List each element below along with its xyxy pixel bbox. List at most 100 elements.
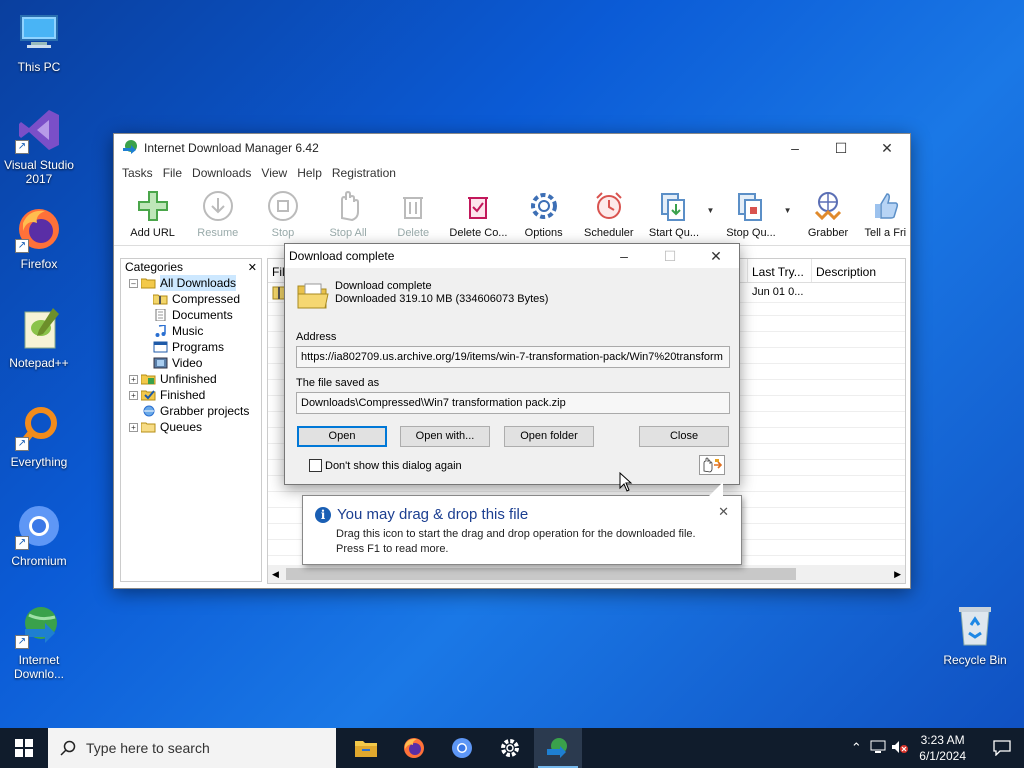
taskbar-search-box[interactable]: Type here to search	[48, 728, 336, 768]
dialog-close-button[interactable]: ✕	[693, 248, 739, 265]
delete-button[interactable]: Delete	[381, 184, 446, 246]
maximize-button[interactable]: ☐	[818, 134, 864, 162]
desktop-icon-idm[interactable]: ↗ Internet Downlo...	[0, 601, 78, 681]
start-queue-dropdown-icon[interactable]: ▼	[707, 184, 719, 246]
stop-queue-dropdown-icon[interactable]: ▼	[784, 184, 796, 246]
tree-item-video[interactable]: Video	[121, 355, 261, 371]
tree-item-finished[interactable]: + Finished	[121, 387, 261, 403]
close-icon[interactable]: ✕	[248, 261, 257, 274]
saved-path-field[interactable]: Downloads\Compressed\Win7 transformation…	[296, 392, 730, 414]
taskbar-firefox[interactable]	[390, 728, 438, 768]
menu-downloads[interactable]: Downloads	[190, 166, 259, 180]
resume-label: Resume	[197, 227, 239, 239]
firefox-icon	[404, 738, 424, 758]
close-dialog-button[interactable]: Close	[639, 426, 729, 447]
desktop-icon-recycle-bin[interactable]: Recycle Bin	[936, 601, 1014, 667]
dialog-titlebar[interactable]: Download complete – ☐ ✕	[285, 244, 739, 268]
desktop-icon-label: Visual Studio 2017	[4, 158, 74, 186]
window-title: Internet Download Manager 6.42	[144, 141, 319, 155]
minimize-button[interactable]: –	[772, 134, 818, 162]
tell-a-friend-button[interactable]: Tell a Fri	[861, 184, 910, 246]
program-window-icon	[153, 341, 168, 353]
dont-show-checkbox[interactable]	[309, 459, 322, 472]
alarm-clock-icon	[591, 188, 627, 224]
scheduler-button[interactable]: Scheduler	[576, 184, 641, 246]
desktop-icon-notepadpp[interactable]: Notepad++	[0, 304, 78, 370]
grabber-button[interactable]: Grabber	[795, 184, 860, 246]
start-queue-label: Start Qu...	[648, 227, 700, 239]
desktop-icon-this-pc[interactable]: This PC	[0, 8, 78, 74]
tree-item-compressed[interactable]: Compressed	[121, 291, 261, 307]
drag-drop-handle[interactable]	[699, 455, 725, 475]
tooltip-pointer	[709, 482, 723, 496]
tree-label: Queues	[160, 420, 203, 434]
tree-item-queues[interactable]: + Queues	[121, 419, 261, 435]
dialog-minimize-button[interactable]: –	[601, 248, 647, 264]
gear-icon	[526, 188, 562, 224]
tree-item-grabber-projects[interactable]: Grabber projects	[121, 403, 261, 419]
notification-center-button[interactable]	[980, 728, 1024, 768]
tree-item-programs[interactable]: Programs	[121, 339, 261, 355]
desktop-icon-label: Internet Downlo...	[13, 653, 65, 681]
open-folder-button[interactable]: Open folder	[504, 426, 594, 447]
tree-label: Grabber projects	[160, 404, 250, 418]
scrollbar-thumb[interactable]	[286, 568, 796, 580]
volume-muted-icon[interactable]	[889, 740, 911, 757]
menu-view[interactable]: View	[259, 166, 295, 180]
expand-icon[interactable]: +	[129, 390, 138, 400]
tree-item-all-downloads[interactable]: – All Downloads	[121, 275, 261, 291]
dont-show-label: Don't show this dialog again	[325, 460, 462, 472]
desktop-icon-firefox[interactable]: ↗ Firefox	[0, 205, 78, 271]
resume-button[interactable]: Resume	[185, 184, 250, 246]
taskbar-idm[interactable]	[534, 728, 582, 768]
tree-item-documents[interactable]: Documents	[121, 307, 261, 323]
address-field[interactable]: https://ia802709.us.archive.org/19/items…	[296, 346, 730, 368]
open-with-button[interactable]: Open with...	[400, 426, 490, 447]
tooltip-close-icon[interactable]: ✕	[718, 504, 729, 520]
menu-help[interactable]: Help	[295, 166, 330, 180]
close-button[interactable]: ✕	[864, 134, 910, 162]
stop-all-button[interactable]: Stop All	[316, 184, 381, 246]
taskbar-file-explorer[interactable]	[342, 728, 390, 768]
tree-item-unfinished[interactable]: + Unfinished	[121, 371, 261, 387]
scroll-left-icon[interactable]: ◀	[268, 569, 279, 580]
desktop-icon-chromium[interactable]: ↗ Chromium	[0, 502, 78, 568]
chevron-up-icon[interactable]: ⌃	[845, 740, 867, 756]
expand-icon[interactable]: +	[129, 422, 138, 432]
add-url-button[interactable]: Add URL	[120, 184, 185, 246]
desktop-icon-visual-studio[interactable]: ↗ Visual Studio 2017	[0, 106, 78, 186]
open-button[interactable]: Open	[297, 426, 387, 447]
menu-file[interactable]: File	[161, 166, 190, 180]
file-explorer-icon	[355, 741, 377, 757]
desktop-icon-label: Recycle Bin	[943, 653, 1007, 667]
column-header-description[interactable]: Description	[812, 259, 902, 282]
search-icon	[60, 740, 76, 756]
desktop-icon-everything[interactable]: ↗ Everything	[0, 403, 78, 469]
stop-queue-button[interactable]: Stop Qu...	[718, 184, 783, 246]
grabber-label: Grabber	[807, 227, 849, 239]
monitor-icon	[15, 8, 63, 56]
horizontal-scrollbar[interactable]: ◀ ▶	[268, 565, 905, 583]
delete-completed-button[interactable]: Delete Co...	[446, 184, 511, 246]
tree-item-music[interactable]: Music	[121, 323, 261, 339]
network-icon[interactable]	[867, 740, 889, 757]
taskbar-chromium[interactable]	[438, 728, 486, 768]
menu-registration[interactable]: Registration	[330, 166, 404, 180]
idm-titlebar[interactable]: Internet Download Manager 6.42 – ☐ ✕	[114, 134, 910, 162]
tree-label: Music	[172, 324, 204, 338]
menu-tasks[interactable]: Tasks	[120, 166, 161, 180]
shortcut-arrow-icon: ↗	[15, 140, 29, 154]
start-queue-button[interactable]: Start Qu...	[641, 184, 706, 246]
column-header-last-try[interactable]: Last Try...	[748, 259, 812, 282]
collapse-icon[interactable]: –	[129, 278, 138, 288]
scroll-right-icon[interactable]: ▶	[894, 569, 901, 580]
stop-button[interactable]: Stop	[250, 184, 315, 246]
system-clock[interactable]: 3:23 AM 6/1/2024	[919, 732, 966, 764]
idm-globe-icon	[547, 738, 567, 758]
options-button[interactable]: Options	[511, 184, 576, 246]
clock-date: 6/1/2024	[919, 749, 966, 763]
taskbar-settings[interactable]	[486, 728, 534, 768]
expand-icon[interactable]: +	[129, 374, 138, 384]
scheduler-label: Scheduler	[584, 227, 634, 239]
start-button[interactable]	[0, 728, 48, 768]
